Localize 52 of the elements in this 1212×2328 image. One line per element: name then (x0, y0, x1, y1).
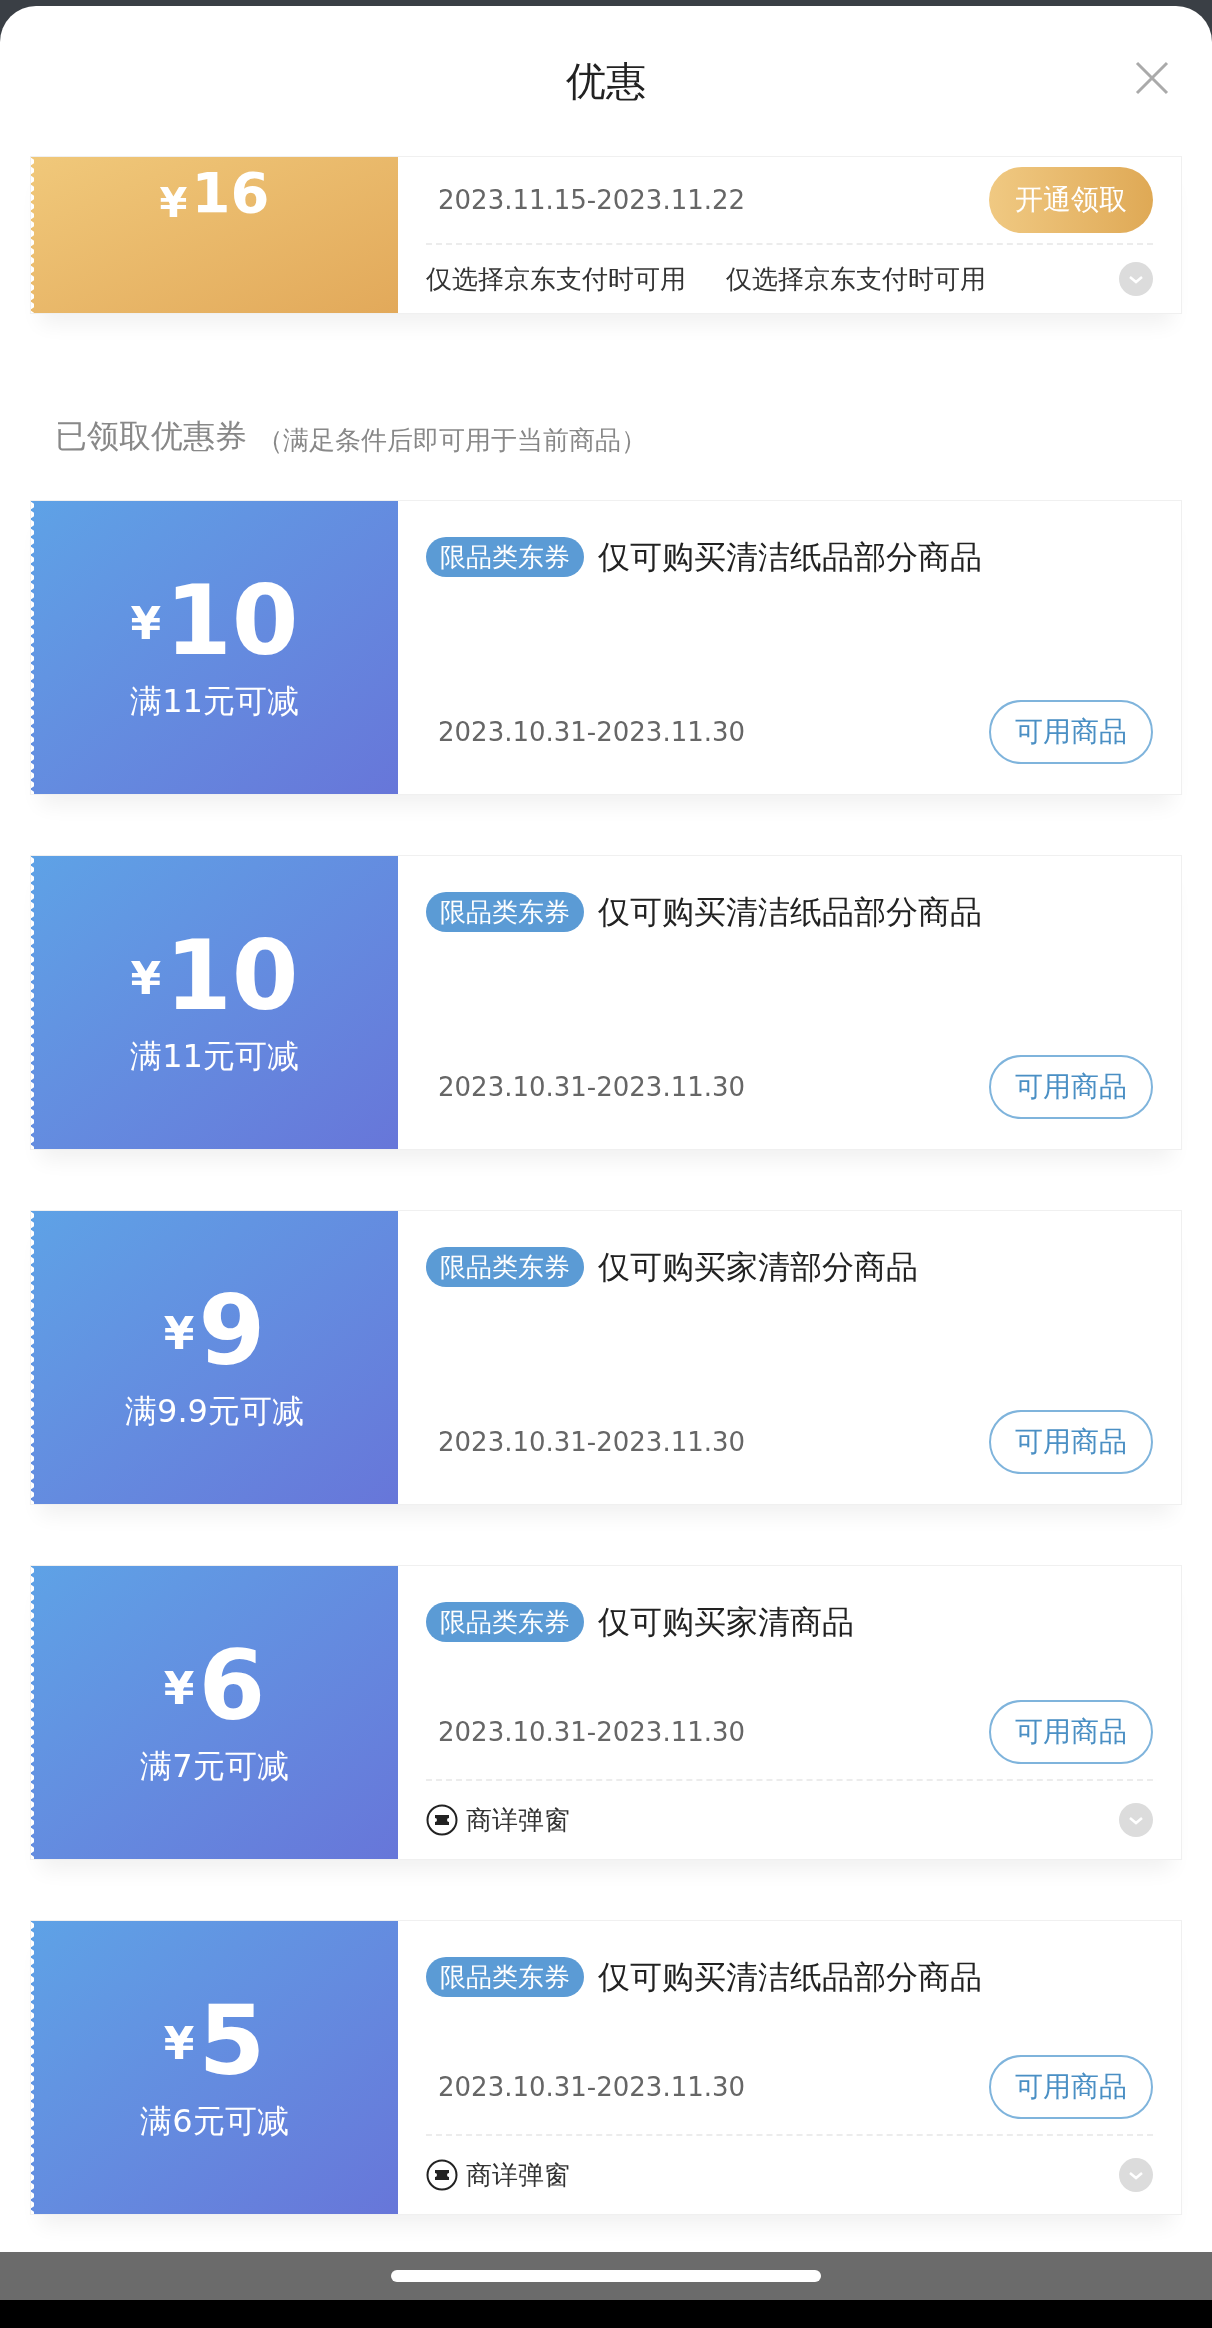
date-range: 2023.10.31-2023.11.30 (437, 1070, 746, 1104)
date-range: 2023.10.31-2023.11.30 (437, 2070, 746, 2104)
available-products-button[interactable]: 可用商品 (989, 1055, 1153, 1119)
coupon-amount: 6 (198, 1635, 266, 1736)
usage-note: 仅选择京东支付时可用 (426, 262, 686, 296)
category-tag: 限品类东券 (426, 537, 584, 577)
expand-icon[interactable] (1119, 262, 1153, 296)
activate-button[interactable]: 开通领取 (989, 167, 1153, 233)
usage-note: 仅选择京东支付时可用 (726, 262, 986, 296)
expand-icon[interactable] (1119, 2158, 1153, 2192)
currency-symbol: ¥ (130, 951, 161, 1006)
coupon-title: 仅可购买家清商品 (598, 1602, 854, 1643)
available-products-button[interactable]: 可用商品 (989, 700, 1153, 764)
currency-symbol: ¥ (163, 1306, 195, 1361)
section-subtitle: （满足条件后即可用于当前商品） (257, 424, 647, 457)
ticket-icon (426, 1804, 458, 1836)
category-tag: 限品类东券 (426, 1602, 584, 1642)
coupon-title: 仅可购买清洁纸品部分商品 (598, 892, 982, 933)
product-detail-link[interactable]: 商详弹窗 (466, 1800, 570, 1840)
coupon-amount: 10 (165, 570, 299, 671)
coupon-condition: 满9.9元可减 (125, 1390, 304, 1432)
sheet-title: 优惠 (566, 57, 646, 106)
date-range: 2023.10.31-2023.11.30 (437, 1425, 746, 1459)
product-detail-link[interactable]: 商详弹窗 (466, 2155, 570, 2195)
coupon-title: 仅可购买清洁纸品部分商品 (598, 1957, 982, 1998)
expand-icon[interactable] (1119, 1803, 1153, 1837)
currency-symbol: ¥ (163, 1661, 195, 1716)
available-products-button[interactable]: 可用商品 (989, 2055, 1153, 2119)
date-range: 2023.11.15-2023.11.22 (437, 183, 746, 217)
coupon-amount: 10 (165, 925, 299, 1026)
home-indicator[interactable] (391, 2270, 821, 2282)
currency-symbol: ¥ (159, 179, 188, 228)
date-range: 2023.10.31-2023.11.30 (437, 1715, 746, 1749)
coupon-condition: 满11元可减 (130, 1035, 299, 1077)
available-products-button[interactable]: 可用商品 (989, 1700, 1153, 1764)
available-products-button[interactable]: 可用商品 (989, 1410, 1153, 1474)
category-tag: 限品类东券 (426, 1957, 584, 1997)
ticket-icon (426, 2159, 458, 2191)
coupon-amount: 9 (198, 1280, 266, 1381)
category-tag: 限品类东券 (426, 892, 584, 932)
coupon-title: 仅可购买家清部分商品 (598, 1247, 918, 1288)
currency-symbol: ¥ (163, 2016, 195, 2071)
coupon-condition: 满11元可减 (130, 680, 299, 722)
section-title: 已领取优惠券 (55, 416, 247, 457)
coupon-condition: 满6元可减 (140, 2100, 289, 2142)
currency-symbol: ¥ (130, 596, 161, 651)
coupon-amount: 5 (198, 1990, 266, 2091)
coupon-condition: 满7元可减 (140, 1745, 289, 1787)
date-range: 2023.10.31-2023.11.30 (437, 715, 746, 749)
coupon-title: 仅可购买清洁纸品部分商品 (598, 537, 982, 578)
category-tag: 限品类东券 (426, 1247, 584, 1287)
coupon-amount: 16 (191, 161, 270, 225)
